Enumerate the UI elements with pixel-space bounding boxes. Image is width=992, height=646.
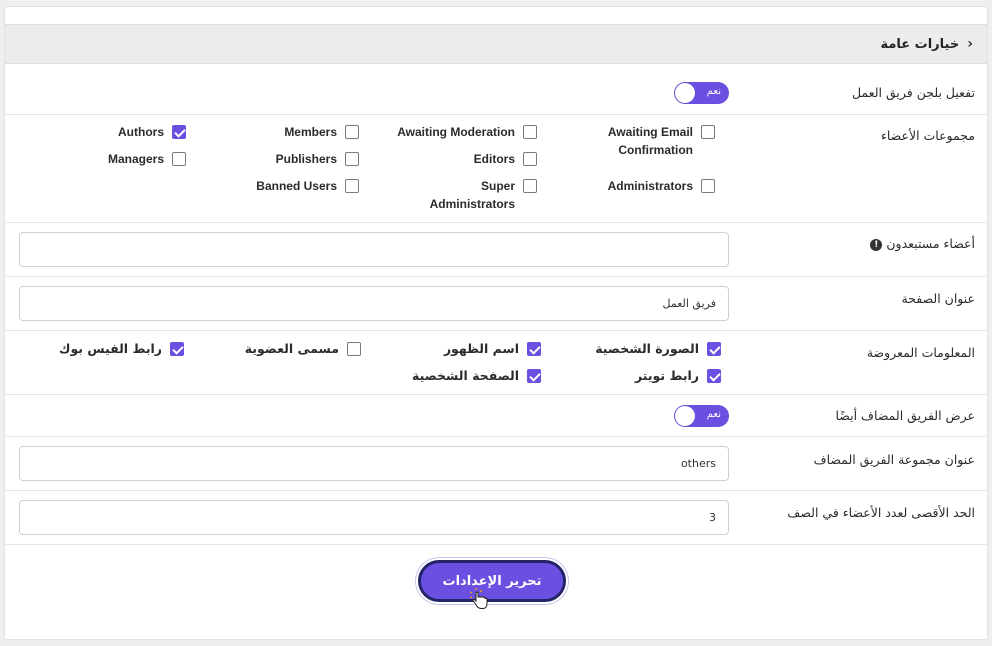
group-label: Awaiting Moderation <box>397 125 515 139</box>
group-label: Super Administrators <box>429 179 515 211</box>
group-label: Awaiting Email Confirmation <box>607 125 693 157</box>
checkbox-checked[interactable] <box>527 342 541 356</box>
added-group-title-label: عنوان مجموعة الفريق المضاف <box>813 452 975 467</box>
member-groups-label: مجموعات الأعضاء <box>880 128 975 143</box>
info-label: الصفحة الشخصية <box>412 368 519 383</box>
hand-cursor-icon <box>470 588 488 609</box>
checkbox-checked[interactable] <box>170 342 184 356</box>
section-title: خيارات عامة <box>880 36 960 52</box>
checkbox[interactable] <box>701 179 715 193</box>
checkbox[interactable] <box>345 152 359 166</box>
info-label: رابط الفيس بوك <box>59 341 162 356</box>
group-label: Publishers <box>275 152 337 166</box>
checkbox[interactable] <box>523 179 537 193</box>
page-title-input[interactable] <box>19 286 729 321</box>
show-added-team-toggle[interactable]: نعم <box>674 405 729 427</box>
checkbox-checked[interactable] <box>707 342 721 356</box>
group-super-administrators[interactable]: Super Administrators <box>425 179 537 213</box>
info-profile-page[interactable]: الصفحة الشخصية <box>412 368 541 385</box>
row-displayed-info: المعلومات المعروضة الصورة الشخصية رابط ت… <box>5 331 987 395</box>
max-members-label: الحد الأقصى لعدد الأعضاء في الصف <box>787 505 975 520</box>
group-editors[interactable]: Editors <box>474 152 537 168</box>
row-activate-plugin: تفعيل بلجن فريق العمل نعم <box>5 65 987 115</box>
activate-plugin-toggle[interactable]: نعم <box>674 82 729 104</box>
row-excluded-members: أعضاء مستبعدون! <box>5 223 987 277</box>
group-label: Editors <box>473 152 515 166</box>
group-administrators[interactable]: Administrators <box>608 179 715 195</box>
checkbox[interactable] <box>523 152 537 166</box>
toggle-text: نعم <box>706 409 721 420</box>
show-added-team-label: عرض الفريق المضاف أيضًا <box>835 408 975 423</box>
group-banned-users[interactable]: Banned Users <box>256 179 359 195</box>
checkbox[interactable] <box>345 179 359 193</box>
checkbox-checked[interactable] <box>527 369 541 383</box>
info-display-name[interactable]: اسم الظهور <box>443 341 541 358</box>
info-twitter-link[interactable]: رابط تويتر <box>634 368 721 385</box>
group-awaiting-moderation[interactable]: Awaiting Moderation <box>397 125 537 141</box>
toggle-knob <box>675 406 695 426</box>
checkbox[interactable] <box>701 125 715 139</box>
group-label: Members <box>284 125 337 139</box>
checkbox[interactable] <box>172 152 186 166</box>
toggle-knob <box>675 83 695 103</box>
max-members-input[interactable] <box>19 500 729 535</box>
settings-panel: ‹ خيارات عامة تفعيل بلجن فريق العمل نعم … <box>4 6 988 640</box>
info-label: رابط تويتر <box>634 368 699 383</box>
row-page-title: عنوان الصفحة <box>5 277 987 331</box>
page-title-label: عنوان الصفحة <box>901 291 975 306</box>
info-label: مسمى العضوية <box>244 341 339 356</box>
group-publishers[interactable]: Publishers <box>276 152 359 168</box>
group-authors[interactable]: Authors <box>118 125 186 141</box>
section-header[interactable]: ‹ خيارات عامة <box>5 24 987 64</box>
row-added-group-title: عنوان مجموعة الفريق المضاف <box>5 437 987 491</box>
group-label: Managers <box>107 152 164 166</box>
info-label: الصورة الشخصية <box>595 341 699 356</box>
group-label: Authors <box>118 125 164 139</box>
info-label: اسم الظهور <box>443 341 519 356</box>
excluded-members-label: أعضاء مستبعدون! <box>870 236 975 251</box>
group-label: Administrators <box>607 179 693 193</box>
excluded-members-text: أعضاء مستبعدون <box>886 236 975 251</box>
info-icon[interactable]: ! <box>870 238 883 251</box>
checkbox[interactable] <box>345 125 359 139</box>
info-membership-title[interactable]: مسمى العضوية <box>244 341 361 358</box>
group-awaiting-email[interactable]: Awaiting Email Confirmation <box>573 125 715 159</box>
group-label: Banned Users <box>256 179 337 193</box>
save-settings-button[interactable]: تحرير الإعدادات <box>418 560 566 602</box>
row-max-members: الحد الأقصى لعدد الأعضاء في الصف <box>5 491 987 545</box>
row-member-groups: مجموعات الأعضاء Awaiting Email Confirmat… <box>5 115 987 223</box>
info-facebook-link[interactable]: رابط الفيس بوك <box>59 341 184 358</box>
toggle-text: نعم <box>706 86 721 97</box>
activate-plugin-label: تفعيل بلجن فريق العمل <box>852 85 975 100</box>
checkbox-checked[interactable] <box>172 125 186 139</box>
info-profile-picture[interactable]: الصورة الشخصية <box>595 341 721 358</box>
chevron-left-icon[interactable]: ‹ <box>967 36 973 52</box>
displayed-info-label: المعلومات المعروضة <box>866 345 975 360</box>
group-managers[interactable]: Managers <box>108 152 186 168</box>
group-members[interactable]: Members <box>284 125 359 141</box>
checkbox-checked[interactable] <box>707 369 721 383</box>
row-show-added-team: عرض الفريق المضاف أيضًا نعم <box>5 395 987 437</box>
checkbox[interactable] <box>347 342 361 356</box>
excluded-members-input[interactable] <box>19 232 729 267</box>
added-group-title-input[interactable] <box>19 446 729 481</box>
checkbox[interactable] <box>523 125 537 139</box>
